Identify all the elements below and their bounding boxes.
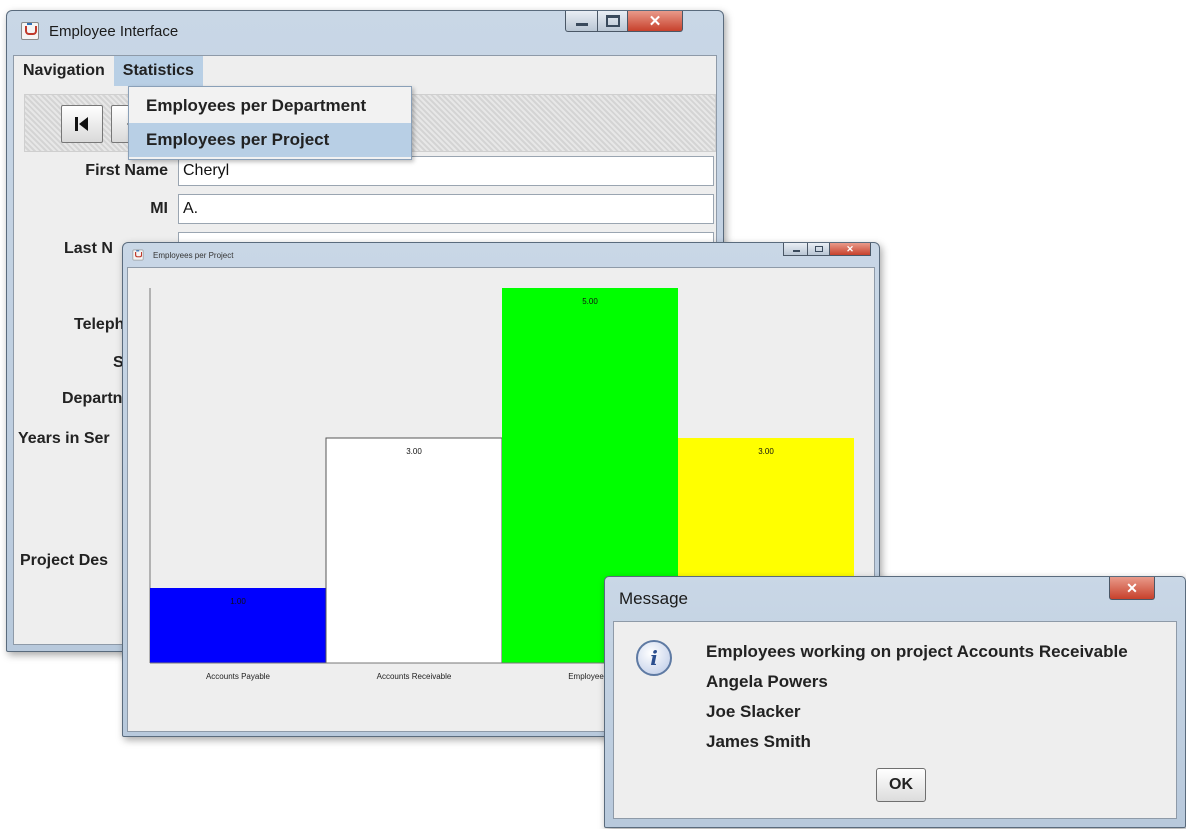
employee-window-title: Employee Interface bbox=[49, 22, 179, 40]
info-icon: i bbox=[636, 640, 672, 676]
minimize-button[interactable] bbox=[565, 11, 599, 32]
last-name-label: Last N bbox=[64, 240, 113, 257]
mi-label: MI bbox=[150, 200, 168, 217]
chart-close-icon: ✕ bbox=[846, 243, 854, 254]
message-content: i Employees working on project Accounts … bbox=[613, 621, 1177, 819]
bar-value-label: 1.00 bbox=[230, 597, 246, 606]
mi-row: MI A. bbox=[14, 194, 716, 228]
message-line: Employees working on project Accounts Re… bbox=[706, 642, 1128, 661]
chart-app-icon bbox=[132, 249, 144, 261]
mi-field[interactable]: A. bbox=[178, 194, 714, 224]
message-title: Message bbox=[619, 589, 688, 608]
chart-minimize-icon bbox=[792, 250, 800, 252]
bar-value-label: 3.00 bbox=[758, 447, 774, 456]
bar-value-label: 5.00 bbox=[582, 297, 598, 306]
ok-button[interactable]: OK bbox=[876, 768, 926, 802]
java-app-icon bbox=[21, 22, 39, 40]
minimize-icon bbox=[576, 22, 588, 26]
statistics-popup-menu: Employees per Department Employees per P… bbox=[128, 86, 412, 160]
chart-titlebar[interactable]: Employees per Project bbox=[123, 243, 879, 267]
message-close-icon: ✕ bbox=[1126, 579, 1138, 596]
x-tick-label: Accounts Payable bbox=[206, 672, 271, 681]
x-tick-label: Accounts Receivable bbox=[377, 672, 452, 681]
chart-window-title: Employees per Project bbox=[153, 250, 234, 260]
close-button[interactable]: ✕ bbox=[627, 11, 683, 32]
menu-item-employees-per-department[interactable]: Employees per Department bbox=[129, 89, 411, 123]
bar-value-label: 3.00 bbox=[406, 447, 422, 456]
menu-item-employees-per-project[interactable]: Employees per Project bbox=[129, 123, 411, 157]
first-name-field[interactable]: Cheryl bbox=[178, 156, 714, 186]
department-label: Departn bbox=[62, 390, 123, 407]
message-line: James Smith bbox=[706, 732, 811, 751]
project-description-label: Project Des bbox=[20, 552, 109, 569]
message-titlebar[interactable]: Message bbox=[605, 577, 1185, 621]
close-icon: ✕ bbox=[648, 13, 662, 30]
message-line: Joe Slacker bbox=[706, 702, 801, 721]
message-line: Angela Powers bbox=[706, 672, 828, 691]
years-in-service-label: Years in Ser bbox=[18, 430, 110, 447]
chart-minimize-button[interactable] bbox=[783, 243, 809, 256]
telephone-label: Teleph bbox=[74, 316, 125, 333]
chart-close-button[interactable]: ✕ bbox=[829, 243, 871, 256]
menu-bar: Navigation Statistics bbox=[14, 56, 716, 86]
first-name-row: First Name Cheryl bbox=[14, 156, 716, 190]
maximize-icon bbox=[606, 15, 620, 27]
menu-navigation[interactable]: Navigation bbox=[14, 56, 114, 86]
menu-statistics[interactable]: Statistics bbox=[113, 56, 203, 86]
first-record-icon bbox=[75, 117, 88, 131]
maximize-button[interactable] bbox=[597, 11, 629, 32]
chart-maximize-button[interactable] bbox=[807, 243, 831, 256]
message-dialog: Message ✕ i Employees working on project… bbox=[604, 576, 1186, 828]
first-name-label: First Name bbox=[85, 162, 168, 179]
bar bbox=[325, 437, 503, 664]
first-record-button[interactable] bbox=[61, 105, 103, 143]
message-close-button[interactable]: ✕ bbox=[1109, 577, 1155, 600]
chart-maximize-icon bbox=[815, 246, 823, 252]
